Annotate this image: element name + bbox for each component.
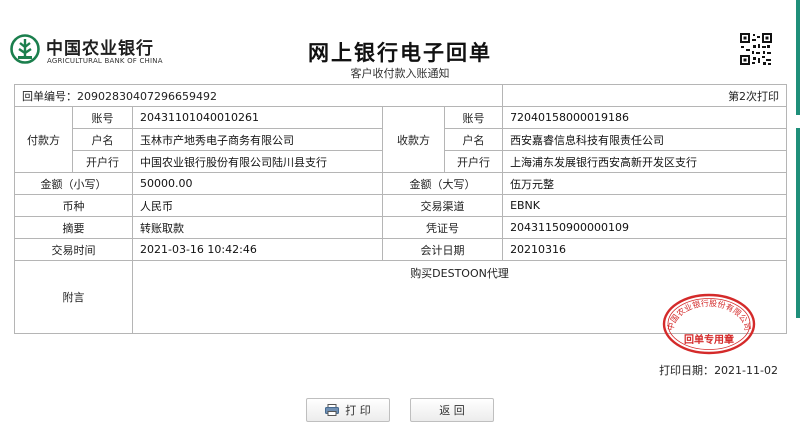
- bank-seal-icon: 中国农业银行股份有限公司 回单专用章: [662, 293, 756, 355]
- payer-name-label: 户名: [72, 128, 133, 151]
- payer-name: 玉林市产地秀电子商务有限公司: [132, 128, 383, 151]
- currency: 人民币: [132, 194, 383, 217]
- summary-label: 摘要: [14, 216, 133, 239]
- amount-small-label: 金额（小写）: [14, 172, 133, 195]
- qr-code-icon: [739, 32, 773, 66]
- receipt-number-value: 20902830407296659492: [77, 89, 217, 103]
- print-date: 打印日期：2021-11-02: [659, 362, 778, 378]
- window-edge-strip-top: [796, 0, 800, 115]
- time-label: 交易时间: [14, 238, 133, 261]
- payer-section-label: 付款方: [14, 106, 73, 173]
- payer-bank: 中国农业银行股份有限公司陆川县支行: [132, 150, 383, 173]
- transaction-time: 2021-03-16 10:42:46: [132, 238, 383, 261]
- print-date-label: 打印日期：: [659, 364, 715, 377]
- payee-bank: 上海浦东发展银行西安高新开发区支行: [502, 150, 788, 173]
- payee-name: 西安嘉睿信息科技有限责任公司: [502, 128, 788, 151]
- payee-name-label: 户名: [443, 128, 504, 151]
- payee-account: 72040158000019186: [502, 106, 788, 129]
- payer-account-label: 账号: [72, 106, 133, 129]
- print-button[interactable]: 打 印: [306, 398, 390, 422]
- voucher-label: 凭证号: [381, 216, 504, 239]
- summary: 转账取款: [132, 216, 383, 239]
- voucher: 20431150900000109: [502, 216, 788, 239]
- currency-label: 币种: [14, 194, 133, 217]
- time-row: 交易时间 2021-03-16 10:42:46 会计日期 20210316: [14, 238, 788, 261]
- receipt-number-row: 回单编号：20902830407296659492 第2次打印: [13, 84, 788, 107]
- print-count: 第2次打印: [502, 84, 788, 107]
- payer-bank-label: 开户行: [72, 150, 133, 173]
- remark-label: 附言: [14, 260, 133, 334]
- back-button-label: 返 回: [439, 404, 465, 417]
- receipt-number: 回单编号：20902830407296659492: [13, 84, 504, 107]
- print-button-label: 打 印: [345, 404, 371, 417]
- account-row: 付款方 账号 20431101040010261 收款方 账号 72040158…: [14, 106, 788, 173]
- channel: EBNK: [502, 194, 788, 217]
- amount-big-label: 金额（大写）: [381, 172, 504, 195]
- amount-small: 50000.00: [132, 172, 383, 195]
- channel-label: 交易渠道: [381, 194, 504, 217]
- seal-label: 回单专用章: [684, 333, 734, 346]
- back-button[interactable]: 返 回: [410, 398, 494, 422]
- accounting-date-label: 会计日期: [381, 238, 504, 261]
- payee-account-label: 账号: [443, 106, 504, 129]
- summary-row: 摘要 转账取款 凭证号 20431150900000109: [14, 216, 788, 239]
- accounting-date: 20210316: [502, 238, 788, 261]
- window-edge-strip-bottom: [796, 128, 800, 318]
- payee-section-label: 收款方: [382, 106, 445, 173]
- print-date-value: 2021-11-02: [714, 364, 778, 377]
- printer-icon: [325, 404, 340, 416]
- amount-row: 金额（小写） 50000.00 金额（大写） 伍万元整: [14, 172, 788, 195]
- payer-account: 20431101040010261: [132, 106, 383, 129]
- payee-bank-label: 开户行: [443, 150, 504, 173]
- receipt-header: 中国农业银行 AGRICULTURAL BANK OF CHINA 网上银行电子…: [0, 0, 800, 82]
- currency-row: 币种 人民币 交易渠道 EBNK: [14, 194, 788, 217]
- document-subtitle: 客户收付款入账通知: [350, 67, 450, 80]
- receipt-number-label: 回单编号：: [22, 89, 77, 103]
- document-title: 网上银行电子回单: [308, 41, 492, 65]
- amount-big: 伍万元整: [502, 172, 788, 195]
